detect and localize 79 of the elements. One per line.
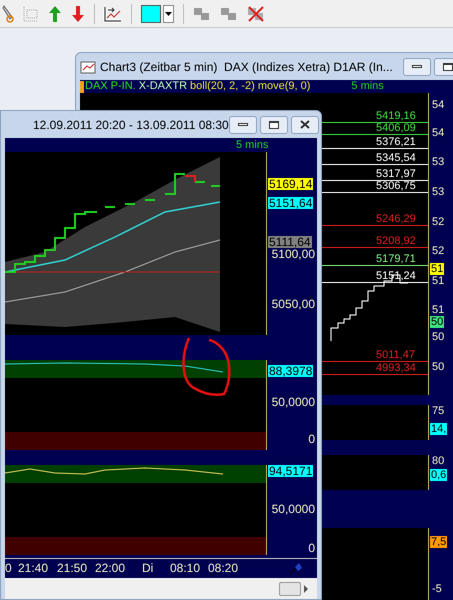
legend-text: boll(20, 2, -2) [190,80,255,93]
interval-label: 5 mins [351,80,384,93]
price-marker: 5151,64 [268,197,314,209]
level-value: 5376,21 [376,137,416,148]
time-label: 22:00 [95,562,126,575]
price-marker: 5169,14 [268,178,314,190]
dropdown-button[interactable] [163,4,174,22]
scrollbar-thumb[interactable] [279,582,301,596]
maximize-icon [268,120,279,128]
price-marker: 0,6 [430,469,448,481]
axis-label: 50 [432,361,444,373]
price-marker: 88,3978 [268,365,314,377]
price-marker: 14, [430,423,448,435]
level-value: 5246,29 [376,214,416,225]
axis-label: 0 [308,542,315,554]
flag-icon[interactable] [289,561,303,575]
caret-icon [165,12,172,16]
maximize-icon [442,62,453,70]
minimize-icon [412,65,422,68]
window-title: Chart3 (Zeitbar 5 min) DAX (Indizes Xetra) D1AR (In... [100,58,393,76]
axis-label: 5100,00 [272,248,315,260]
axis-label: 52 [432,216,444,228]
legend-marker [80,80,84,92]
legend-text: move(9, 0) [258,80,310,93]
legend-text: DAX P-IN. [85,80,136,93]
axis-label: 54 [432,127,444,139]
axis-label: 54 [432,99,444,111]
level-value: 5419,16 [376,111,416,122]
up-arrow-icon[interactable] [48,4,62,22]
close-icon [300,120,310,129]
axis-label: 75 [432,405,444,417]
axis-label: 80 [432,455,444,467]
level-value: 5317,97 [376,169,416,180]
scroll-right-icon[interactable] [303,584,309,592]
line-chart-icon[interactable] [104,6,122,22]
down-step-line [185,175,196,182]
legend-text: X-DAXTR [138,80,188,93]
level-value: 5208,92 [376,236,416,247]
time-label: Di [142,562,154,575]
time-label: 0 [5,562,12,575]
price-marker: 50 [430,316,444,328]
level-value: 5179,71 [376,254,416,265]
axis-label: 50,0000 [272,503,315,515]
axis-label: 0 [308,433,315,445]
axis-label: 50,0000 [272,396,315,408]
level-value: 5011,47 [376,350,415,361]
level-value: 5306,75 [376,181,416,192]
time-label: 08:10 [170,562,200,575]
pencil-icon[interactable] [2,4,14,22]
price-marker: 51 [430,263,444,275]
axis-label: 50 [432,331,444,343]
axis-label: 53 [432,186,444,198]
minimize-button[interactable] [402,58,431,76]
chart-window-icon [80,60,96,74]
color-swatch-icon[interactable] [141,4,161,22]
price-marker: 94,5171 [268,465,314,477]
axis-label: 53 [432,156,444,168]
close-button[interactable] [290,116,319,134]
minimize-button[interactable] [228,116,257,134]
maximize-button[interactable] [260,116,288,134]
delete-chart-icon[interactable] [247,6,265,22]
axis-label: -5 [432,583,442,595]
minimize-icon [238,123,248,126]
window-title: 12.09.2011 20:20 - 13.09.2011 08:30 [33,116,229,134]
axis-label: 5050,00 [272,298,315,310]
axis-label: 51 [432,275,444,287]
axis-label: 51 [432,304,444,316]
level-value: 5406,09 [376,123,416,134]
level-value: 5151,24 [376,271,416,282]
level-value: 5345,54 [376,153,416,164]
time-label: 21:40 [18,562,48,575]
interval-label: 5 mins [236,138,268,153]
axis-label: 52 [432,245,444,257]
time-label: 21:50 [57,562,88,575]
price-marker: 7,5 [430,536,448,548]
price-marker: 5111,64 [268,236,312,248]
level-value: 4993,34 [376,363,416,374]
down-arrow-icon[interactable] [71,4,85,22]
time-label: 08:20 [208,562,238,575]
